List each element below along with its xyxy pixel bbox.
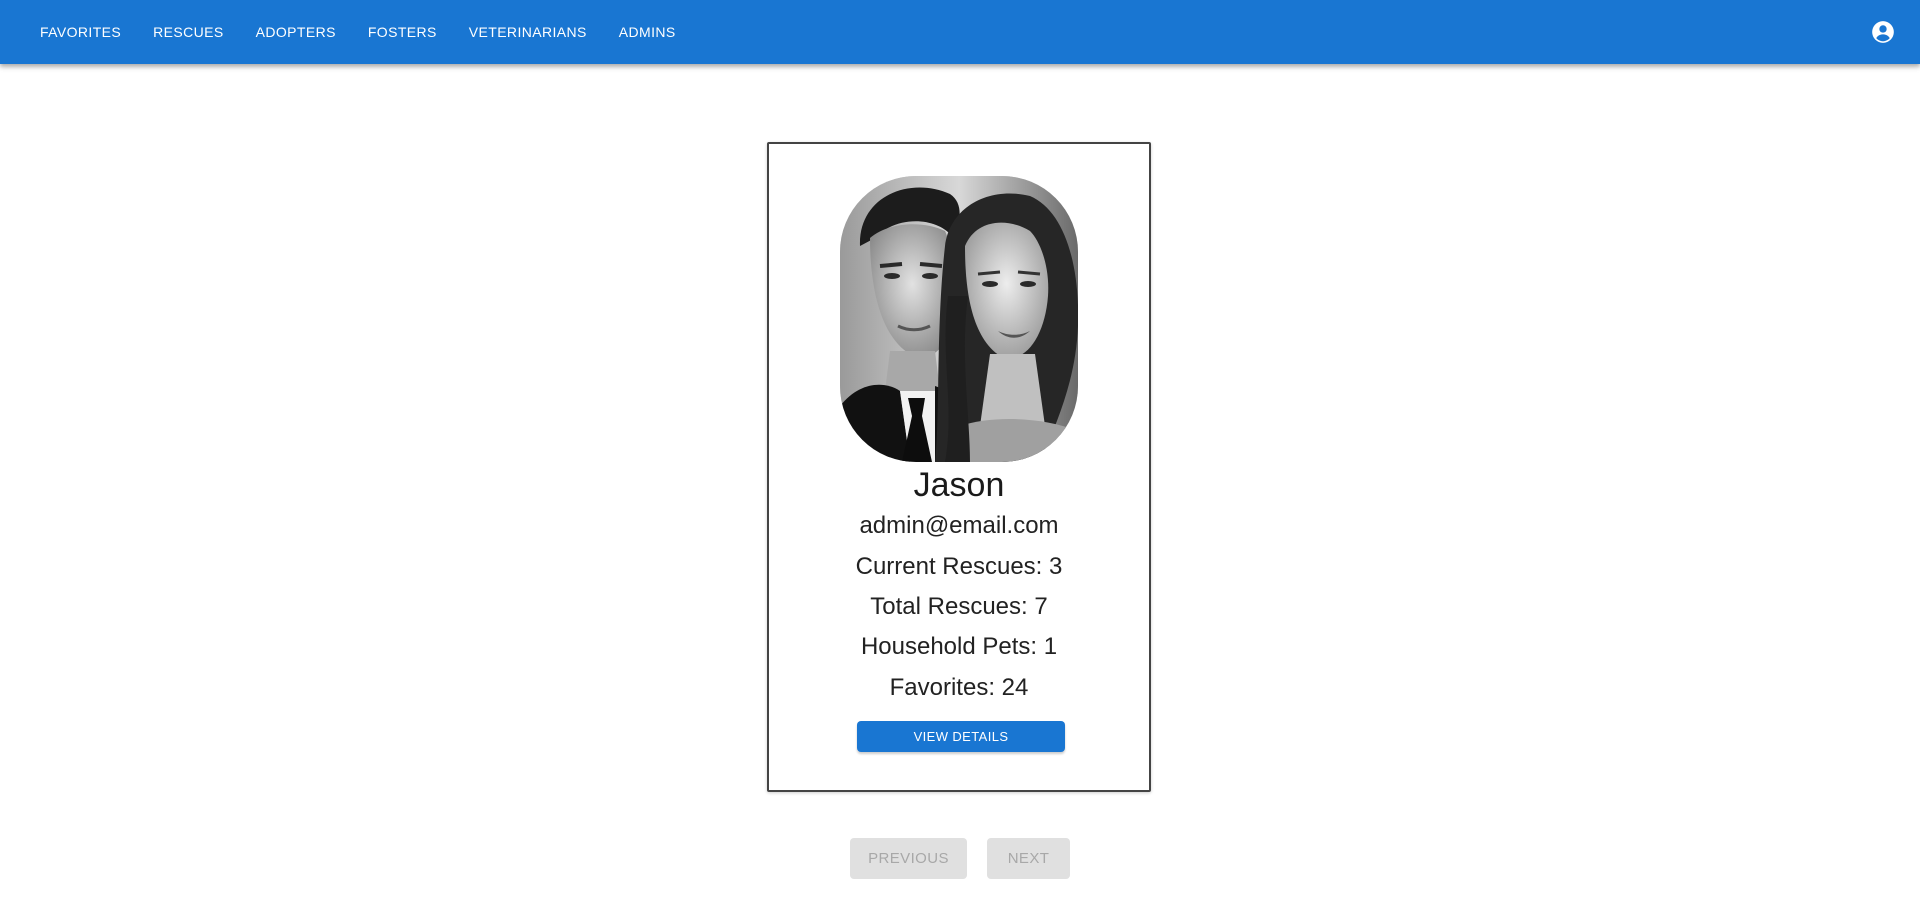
couple-portrait-image xyxy=(840,176,1078,462)
nav-favorites[interactable]: FAVORITES xyxy=(24,18,137,46)
previous-button[interactable]: PREVIOUS xyxy=(850,838,967,879)
nav-admins[interactable]: ADMINS xyxy=(603,18,692,46)
nav-adopters[interactable]: ADOPTERS xyxy=(240,18,352,46)
stat-household-pets: Household Pets: 1 xyxy=(860,633,1058,660)
stat-current-rescues: Current Rescues: 3 xyxy=(855,553,1063,580)
profile-photo xyxy=(840,176,1078,462)
nav-veterinarians[interactable]: VETERINARIANS xyxy=(453,18,603,46)
stat-favorites: Favorites: 24 xyxy=(889,674,1029,701)
account-circle-icon xyxy=(1872,21,1894,43)
view-details-button[interactable]: VIEW DETAILS xyxy=(857,721,1065,752)
app-bar: FAVORITES RESCUES ADOPTERS FOSTERS VETER… xyxy=(0,0,1920,64)
main-nav: FAVORITES RESCUES ADOPTERS FOSTERS VETER… xyxy=(24,18,692,46)
account-button[interactable] xyxy=(1870,19,1896,45)
next-button[interactable]: NEXT xyxy=(987,838,1070,879)
profile-name: Jason xyxy=(913,466,1005,504)
nav-rescues[interactable]: RESCUES xyxy=(137,18,239,46)
profile-card: Jason admin@email.com Current Rescues: 3… xyxy=(767,142,1151,792)
profile-email: admin@email.com xyxy=(859,512,1059,539)
stat-total-rescues: Total Rescues: 7 xyxy=(870,593,1048,620)
nav-fosters[interactable]: FOSTERS xyxy=(352,18,453,46)
